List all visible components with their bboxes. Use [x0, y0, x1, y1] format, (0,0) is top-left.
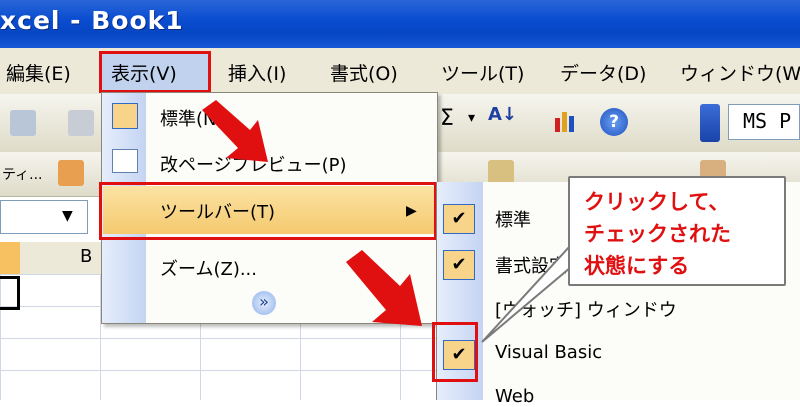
name-box[interactable] [0, 200, 88, 234]
permission-icon[interactable] [10, 110, 36, 136]
column-a-header[interactable] [0, 242, 20, 274]
callout-line-1: クリックして、 [584, 190, 730, 214]
callout-line-2: チェックされた [584, 222, 731, 246]
page-break-preview-icon [112, 149, 138, 173]
menu-view[interactable]: 表示(V) [111, 59, 177, 86]
submenu-item-standard[interactable]: 標準 [495, 206, 531, 232]
print-icon[interactable] [68, 110, 94, 136]
menu-edit[interactable]: 編集(E) [6, 59, 71, 86]
toolbar-item-red-box [99, 182, 437, 240]
autosum-icon[interactable]: Σ [440, 106, 454, 131]
red-arrow-icon [202, 100, 268, 162]
font-name-box[interactable]: MS P [728, 104, 800, 140]
title-bar: xcel - Book1 [0, 0, 800, 48]
expand-menu-icon[interactable]: » [252, 291, 276, 315]
active-cell[interactable] [0, 276, 20, 310]
menu-tools[interactable]: ツール(T) [441, 59, 524, 86]
research-icon[interactable] [58, 160, 84, 186]
column-b-header[interactable]: B [80, 246, 92, 267]
submenu-item-web[interactable]: Web [495, 386, 534, 407]
menu-window[interactable]: ウィンドウ(W) [680, 59, 800, 86]
menu-format[interactable]: 書式(O) [330, 59, 398, 86]
normal-view-icon [112, 103, 138, 129]
sort-ascending-icon[interactable]: A↓ [488, 104, 517, 125]
red-arrow-icon [346, 250, 422, 326]
chart-wizard-icon[interactable] [552, 108, 578, 134]
menu-insert[interactable]: 挿入(I) [228, 59, 286, 86]
name-box-dropdown-icon[interactable]: ▼ [62, 208, 73, 224]
toolbar-truncated-label: ティ... [2, 167, 43, 183]
menu-data[interactable]: データ(D) [560, 59, 646, 86]
check-icon: ✔ [443, 204, 475, 234]
window-title: xcel - Book1 [0, 6, 184, 35]
callout-line-3: 状態にする [584, 254, 690, 278]
help-icon[interactable]: ? [600, 108, 628, 136]
toolbar-options-icon[interactable] [700, 104, 720, 142]
menu-item-zoom[interactable]: ズーム(Z)... [160, 255, 257, 281]
autosum-dropdown-icon[interactable]: ▾ [468, 110, 475, 126]
instruction-callout: クリックして、 チェックされた 状態にする [568, 176, 786, 286]
